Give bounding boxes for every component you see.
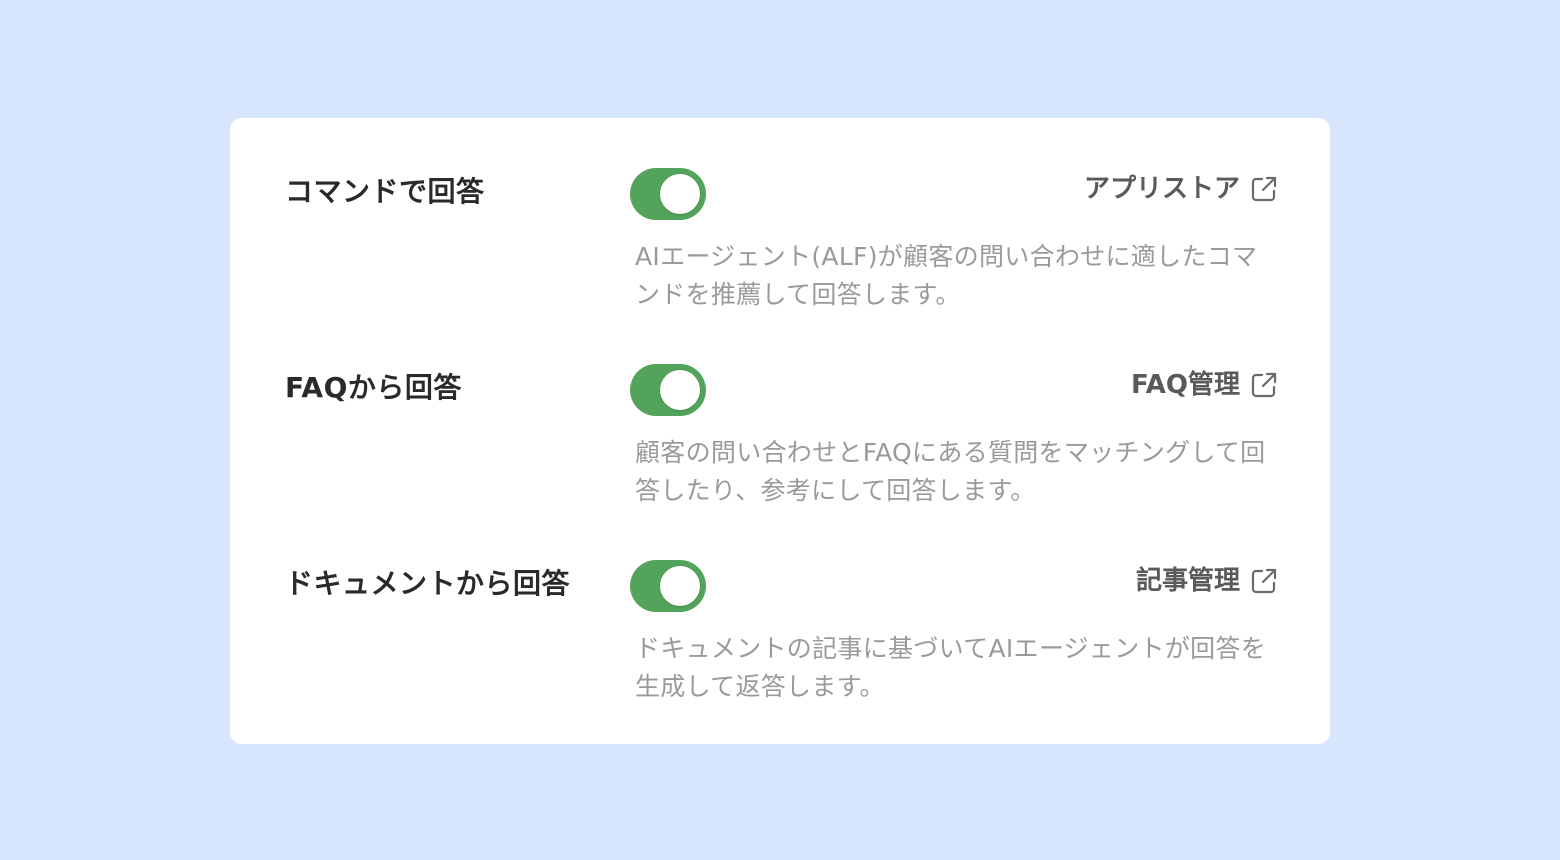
- app-store-link[interactable]: アプリストア: [1084, 172, 1278, 206]
- external-link-icon: [1250, 567, 1278, 595]
- external-link-icon: [1250, 175, 1278, 203]
- command-answer-toggle[interactable]: [630, 168, 706, 220]
- document-answer-toggle[interactable]: [630, 560, 706, 612]
- setting-description: ドキュメントの記事に基づいてAIエージェントが回答を生成して返答します。: [635, 634, 1267, 701]
- toggle-knob: [660, 566, 700, 606]
- link-label: アプリストア: [1083, 174, 1240, 204]
- setting-row-command: コマンドで回答 アプリストア AIエージェント(ALF)が顧客の問い合わせに適し…: [230, 118, 1330, 314]
- link-label: 記事管理: [1135, 566, 1240, 596]
- toggle-knob: [660, 370, 700, 410]
- settings-card: コマンドで回答 アプリストア AIエージェント(ALF)が顧客の問い合わせに適し…: [230, 118, 1330, 744]
- link-label: FAQ管理: [1130, 370, 1240, 400]
- setting-description: 顧客の問い合わせとFAQにある質問をマッチングして回答したり、参考にして回答しま…: [635, 438, 1266, 505]
- article-management-link[interactable]: 記事管理: [1136, 564, 1278, 598]
- setting-label: コマンドで回答: [285, 175, 485, 208]
- setting-label: ドキュメントから回答: [285, 567, 571, 600]
- setting-row-document: ドキュメントから回答 記事管理 ドキュメントの記事に基づいてAIエージェントが回…: [230, 510, 1330, 706]
- faq-management-link[interactable]: FAQ管理: [1131, 368, 1278, 402]
- external-link-icon: [1250, 371, 1278, 399]
- toggle-knob: [660, 174, 700, 214]
- setting-row-faq: FAQから回答 FAQ管理 顧客の問い合わせとFAQにある質問をマッチングして回…: [230, 314, 1330, 510]
- faq-answer-toggle[interactable]: [630, 364, 706, 416]
- setting-label: FAQから回答: [285, 371, 462, 404]
- setting-description: AIエージェント(ALF)が顧客の問い合わせに適したコマンドを推薦して回答します…: [635, 242, 1258, 309]
